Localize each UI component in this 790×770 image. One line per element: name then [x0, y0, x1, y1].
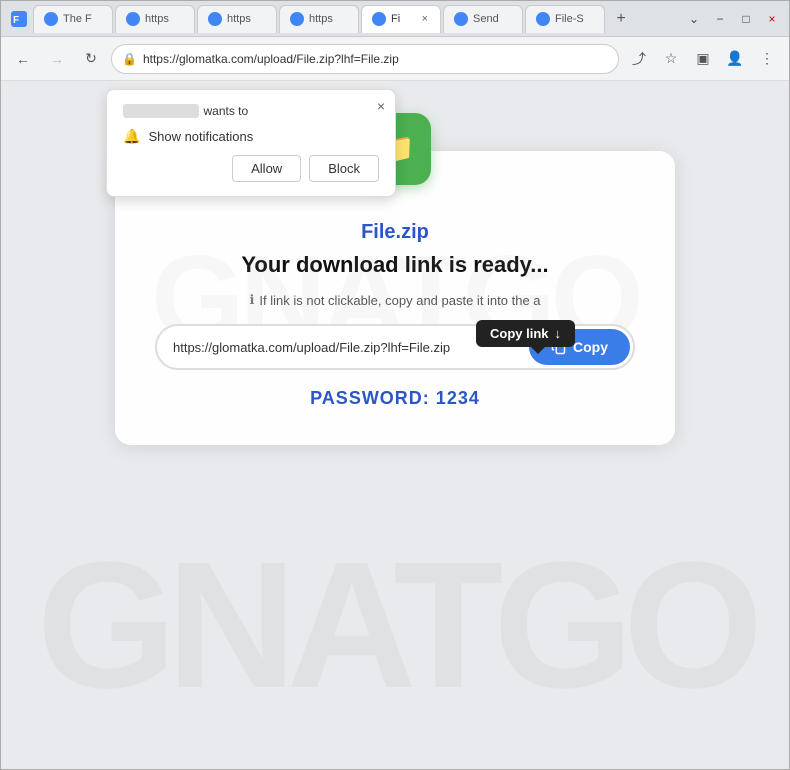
url-row-container: Copy link ↓ https://glomatka.com/upload/… [155, 324, 635, 370]
notification-permission-row: 🔔 Show notifications [123, 128, 379, 145]
notification-close-button[interactable]: × [377, 98, 385, 114]
block-button[interactable]: Block [309, 155, 379, 182]
tab-4-icon [290, 12, 304, 26]
address-bar[interactable]: 🔒 https://glomatka.com/upload/File.zip?l… [111, 44, 619, 74]
tab-1-icon [44, 12, 58, 26]
browser-window: F The F https https https Fi × Send [0, 0, 790, 770]
notification-buttons: Allow Block [123, 155, 379, 182]
notification-permission-label: Show notifications [148, 129, 253, 144]
lock-icon: 🔒 [122, 52, 137, 66]
copy-link-arrow-icon: ↓ [555, 326, 562, 341]
tab-5-icon [372, 12, 386, 26]
profile-icon[interactable]: 👤 [721, 45, 749, 73]
tab-7[interactable]: File-S [525, 5, 605, 33]
chevron-down-icon[interactable]: ⌄ [685, 10, 703, 28]
card-headline: Your download link is ready... [155, 252, 635, 278]
tab-4[interactable]: https [279, 5, 359, 33]
card-file-title: File.zip [155, 221, 635, 244]
copy-button-label: Copy [573, 339, 608, 355]
svg-text:F: F [13, 15, 19, 26]
bell-icon: 🔔 [123, 128, 140, 145]
card-hint: ℹ If link is not clickable, copy and pas… [155, 292, 635, 308]
new-tab-button[interactable]: + [607, 5, 635, 33]
url-text: https://glomatka.com/upload/File.zip?lhf… [173, 328, 526, 367]
notification-wants-text: wants to [203, 104, 248, 118]
notification-popup: × glomatka.com wants to 🔔 Show notificat… [106, 89, 396, 197]
tab-1[interactable]: The F [33, 5, 113, 33]
share-icon[interactable]: ⤴ [625, 45, 653, 73]
tab-5-active[interactable]: Fi × [361, 5, 441, 33]
maximize-button[interactable]: □ [737, 10, 755, 28]
tab-3-icon [208, 12, 222, 26]
tab-bar: F The F https https https Fi × Send [1, 1, 789, 37]
background-watermark: GNATGO [37, 522, 754, 729]
card-hint-text: If link is not clickable, copy and paste… [259, 293, 540, 308]
sidebar-icon[interactable]: ▣ [689, 45, 717, 73]
minimize-button[interactable]: − [711, 10, 729, 28]
info-icon: ℹ [249, 292, 254, 308]
copy-link-tooltip-text: Copy link [490, 326, 549, 341]
page-content: GNATGO × glomatka.com wants to 🔔 Show no… [1, 81, 789, 769]
bookmark-icon[interactable]: ☆ [657, 45, 685, 73]
notification-site-name: glomatka.com [123, 104, 199, 118]
toolbar-right: ⤴ ☆ ▣ 👤 ⋮ [625, 45, 781, 73]
copy-link-tooltip: Copy link ↓ [476, 320, 575, 347]
forward-button[interactable]: → [43, 45, 71, 73]
tab-6[interactable]: Send [443, 5, 523, 33]
tab-5-close-button[interactable]: × [420, 13, 430, 25]
back-button[interactable]: ← [9, 45, 37, 73]
tab-2-icon [126, 12, 140, 26]
tab-7-icon [536, 12, 550, 26]
password-text: PASSWORD: 1234 [155, 388, 635, 409]
tab-3[interactable]: https [197, 5, 277, 33]
tab-6-icon [454, 12, 468, 26]
address-text: https://glomatka.com/upload/File.zip?lhf… [143, 52, 608, 66]
browser-app-icon: F [9, 9, 29, 29]
tab-2[interactable]: https [115, 5, 195, 33]
refresh-button[interactable]: ↻ [77, 45, 105, 73]
close-button[interactable]: × [763, 10, 781, 28]
browser-toolbar: ← → ↻ 🔒 https://glomatka.com/upload/File… [1, 37, 789, 81]
window-controls: ⌄ − □ × [685, 10, 781, 28]
allow-button[interactable]: Allow [232, 155, 301, 182]
notification-site: glomatka.com wants to [123, 104, 379, 118]
menu-icon[interactable]: ⋮ [753, 45, 781, 73]
